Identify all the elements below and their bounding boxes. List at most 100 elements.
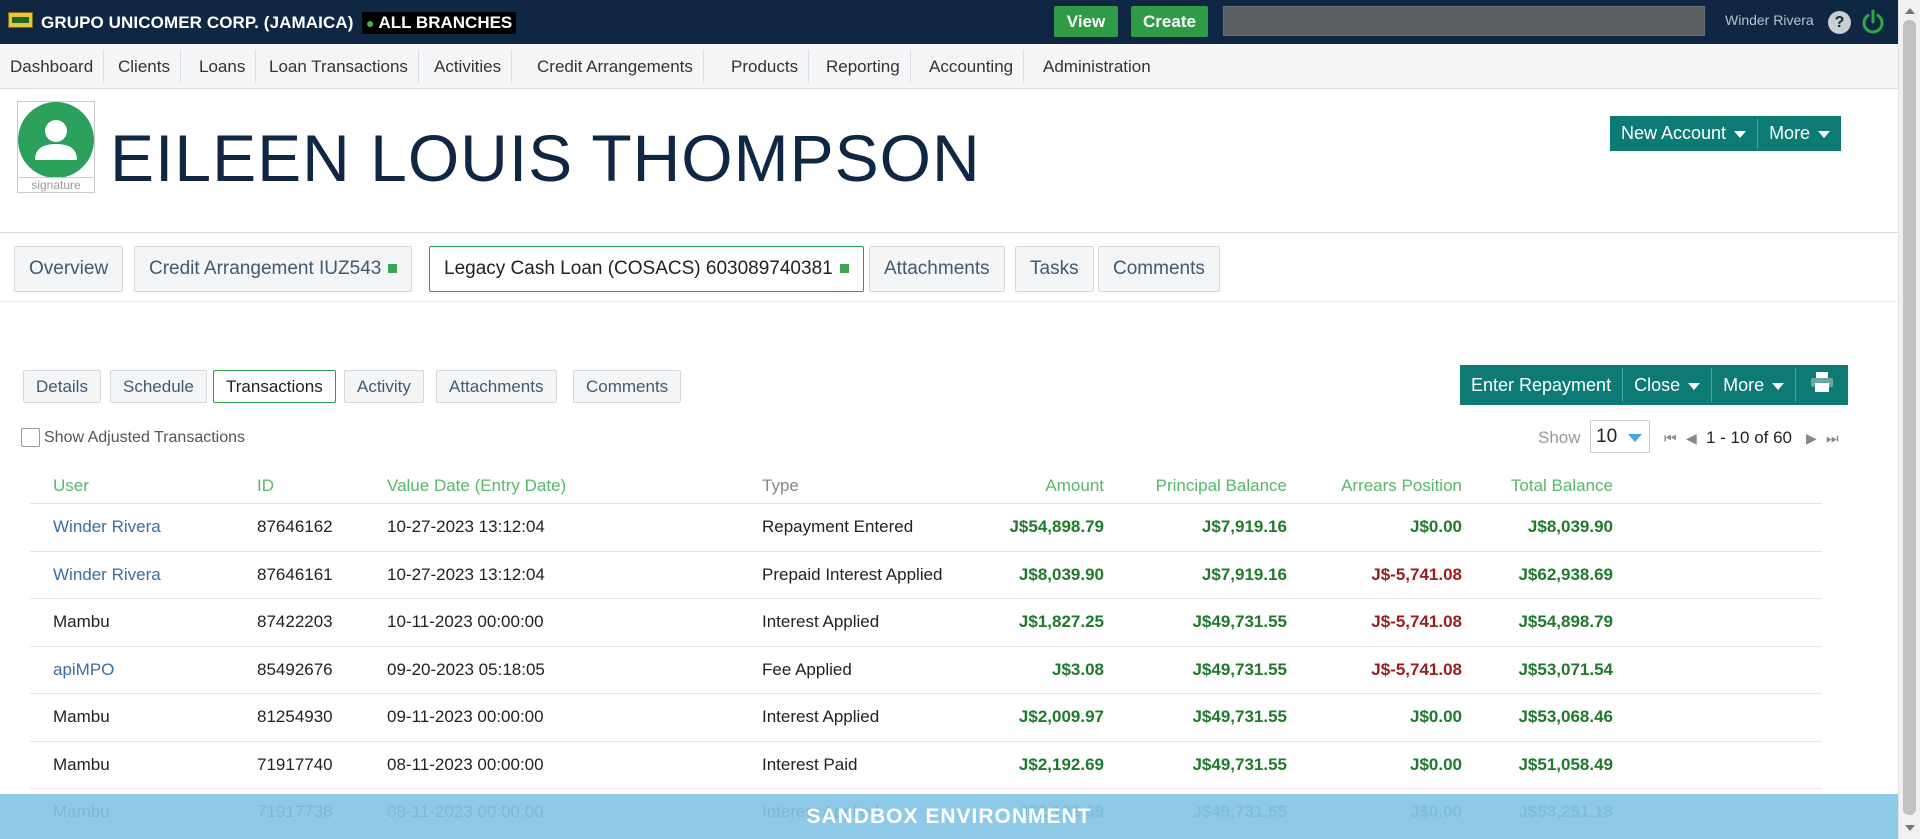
nav-credit-arrangements[interactable]: Credit Arrangements — [527, 50, 704, 83]
tab-overview[interactable]: Overview — [14, 246, 124, 292]
page-size-select[interactable]: 10 — [1590, 420, 1650, 453]
tabs-divider — [0, 301, 1898, 302]
cell-total-balance: J$51,058.49 — [1518, 754, 1613, 774]
column-header-id[interactable]: ID — [257, 476, 274, 496]
top-bar: GRUPO UNICOMER CORP. (JAMAICA) ● ALL BRAN… — [0, 0, 1920, 44]
enter-repayment-button[interactable]: Enter Repayment — [1460, 365, 1622, 405]
user-menu[interactable]: Winder Rivera — [1725, 12, 1814, 28]
global-search-input[interactable] — [1223, 6, 1705, 36]
table-row[interactable]: Mambu 81254930 09-11-2023 00:00:00 Interest… — [30, 693, 1822, 741]
show-adjusted-label[interactable]: Show Adjusted Transactions — [44, 429, 245, 447]
help-icon[interactable]: ? — [1828, 11, 1851, 34]
page-scrollbar[interactable] — [1898, 0, 1920, 839]
column-header-total-balance[interactable]: Total Balance — [1465, 476, 1613, 496]
column-header-user[interactable]: User — [53, 476, 89, 496]
last-page-icon[interactable]: ⏭ — [1826, 430, 1839, 447]
subtab-details[interactable]: Details — [23, 370, 101, 403]
cell-amount: J$3.08 — [1052, 659, 1104, 679]
show-adjusted-checkbox[interactable] — [21, 428, 40, 447]
chevron-down-icon — [1688, 382, 1701, 390]
cell-amount: J$2,192.69 — [1018, 754, 1104, 774]
cell-arrears-position: J$0.00 — [1410, 754, 1462, 774]
pager-status: 1 - 10 of 60 — [1706, 428, 1793, 447]
cell-principal-balance: J$49,731.55 — [1192, 612, 1287, 631]
next-page-icon[interactable]: ▶ — [1806, 430, 1817, 447]
prev-page-icon[interactable]: ◀ — [1686, 430, 1697, 447]
close-account-button[interactable]: Close — [1623, 365, 1711, 405]
scroll-down-icon[interactable] — [1905, 825, 1915, 831]
cell-value-date: 09-20-2023 05:18:05 — [387, 659, 545, 679]
cell-total-balance: J$53,071.54 — [1518, 659, 1613, 679]
nav-reporting[interactable]: Reporting — [816, 50, 911, 83]
new-account-button[interactable]: New Account — [1610, 116, 1757, 151]
cell-id: 87646162 — [257, 517, 333, 536]
scroll-up-icon[interactable] — [1905, 8, 1915, 14]
show-label: Show — [1538, 428, 1581, 447]
column-header-arrears-position[interactable]: Arrears Position — [1290, 476, 1462, 496]
column-header-amount[interactable]: Amount — [1004, 476, 1104, 496]
client-actions: New Account More — [1610, 116, 1842, 151]
column-header-principal-balance[interactable]: Principal Balance — [1107, 476, 1287, 496]
cell-value-date: 09-11-2023 00:00:00 — [387, 707, 544, 726]
table-row[interactable]: Winder Rivera 87646162 10-27-2023 13:12:04… — [30, 503, 1822, 551]
client-avatar[interactable]: signature — [17, 101, 95, 193]
table-row[interactable]: Mambu 87422203 10-11-2023 00:00:00 Interest… — [30, 598, 1822, 646]
cell-total-balance: J$8,039.90 — [1527, 517, 1613, 536]
chevron-down-icon — [1772, 382, 1785, 390]
cell-id: 81254930 — [257, 707, 333, 726]
cell-user[interactable]: Winder Rivera — [53, 565, 161, 585]
table-row[interactable]: Mambu 71917740 08-11-2023 00:00:00 Interest… — [30, 740, 1822, 789]
cell-id: 87422203 — [257, 612, 333, 631]
cell-type: Fee Applied — [762, 659, 852, 679]
nav-accounting[interactable]: Accounting — [919, 50, 1025, 83]
cell-arrears-position: J$0.00 — [1410, 517, 1462, 536]
cell-type: Interest Applied — [762, 612, 880, 631]
table-row[interactable]: Winder Rivera 87646161 10-27-2023 13:12:04… — [30, 550, 1822, 599]
branch-selector[interactable]: ● ALL BRANCHES — [362, 12, 517, 34]
create-button[interactable]: Create — [1131, 6, 1208, 37]
table-row[interactable]: apiMPO 85492676 09-20-2023 05:18:05 Fee App… — [30, 645, 1822, 694]
cell-user[interactable]: Winder Rivera — [53, 517, 161, 537]
tab-comments[interactable]: Comments — [1098, 246, 1220, 292]
cell-arrears-position: J$0.00 — [1410, 707, 1462, 726]
subtab-activity[interactable]: Activity — [344, 370, 424, 403]
view-button[interactable]: View — [1054, 6, 1118, 37]
tab-attachments[interactable]: Attachments — [869, 246, 1005, 292]
print-button[interactable] — [1796, 365, 1848, 405]
nav-loan-transactions[interactable]: Loan Transactions — [259, 50, 419, 83]
cell-principal-balance: J$49,731.55 — [1192, 707, 1287, 726]
cell-user[interactable]: apiMPO — [53, 660, 114, 680]
column-header-type[interactable]: Type — [762, 476, 799, 496]
column-header-value-date[interactable]: Value Date (Entry Date) — [387, 476, 566, 496]
loan-more-button[interactable]: More — [1712, 365, 1795, 405]
cell-principal-balance: J$7,919.16 — [1201, 564, 1287, 584]
nav-loans[interactable]: Loans — [189, 50, 257, 83]
cell-principal-balance: J$49,731.55 — [1192, 754, 1287, 774]
nav-dashboard[interactable]: Dashboard — [0, 50, 105, 83]
subtab-schedule[interactable]: Schedule — [110, 370, 207, 403]
chevron-down-icon — [1628, 434, 1642, 442]
signature-label[interactable]: signature — [18, 177, 94, 192]
cell-total-balance: J$53,068.46 — [1518, 707, 1613, 726]
tab-tasks[interactable]: Tasks — [1015, 246, 1094, 292]
nav-clients[interactable]: Clients — [108, 50, 181, 83]
tab-legacy-cash-loan[interactable]: Legacy Cash Loan (COSACS) 603089740381 — [429, 246, 864, 292]
cell-value-date: 10-27-2023 13:12:04 — [387, 517, 545, 536]
subtab-transactions[interactable]: Transactions — [213, 370, 336, 403]
client-more-button[interactable]: More — [1758, 116, 1841, 151]
first-page-icon[interactable]: ⏮ — [1664, 430, 1677, 447]
subtab-attachments[interactable]: Attachments — [436, 370, 557, 403]
cell-type: Interest Applied — [762, 707, 880, 726]
cell-user: Mambu — [53, 612, 110, 631]
power-icon[interactable] — [1860, 9, 1886, 35]
subtab-comments[interactable]: Comments — [573, 370, 682, 403]
tab-credit-arrangement[interactable]: Credit Arrangement IUZ543 — [134, 246, 413, 292]
nav-administration[interactable]: Administration — [1033, 50, 1161, 83]
nav-products[interactable]: Products — [721, 50, 810, 83]
cell-type: Repayment Entered — [762, 517, 914, 536]
cell-principal-balance: J$49,731.55 — [1192, 659, 1287, 679]
scroll-thumb[interactable] — [1903, 20, 1916, 815]
nav-activities[interactable]: Activities — [424, 50, 513, 83]
main-navigation: Dashboard Clients Loans Loan Transaction… — [0, 44, 1898, 89]
cell-id: 71917740 — [257, 754, 333, 774]
